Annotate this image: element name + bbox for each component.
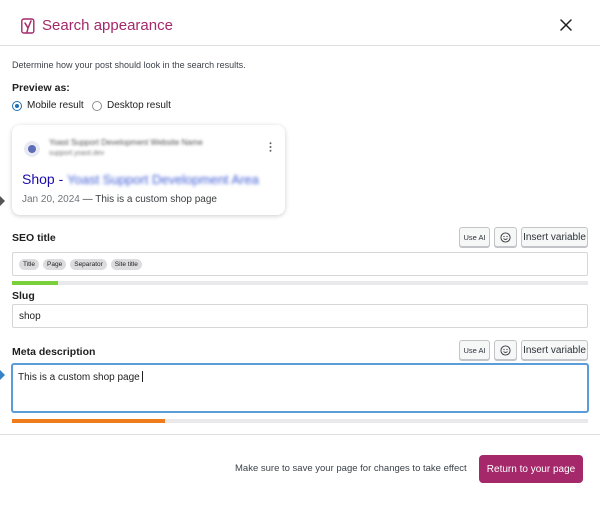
- meta-description-progress-bar: [12, 419, 588, 423]
- serp-snippet-text: This is a custom shop page: [95, 194, 217, 205]
- serp-date: Jan 20, 2024: [22, 194, 80, 205]
- variable-tag-title[interactable]: Title: [19, 258, 40, 270]
- text-caret: [141, 371, 143, 382]
- slug-label: Slug: [12, 290, 35, 302]
- meta-use-ai-button[interactable]: Use AI: [459, 340, 490, 360]
- return-to-page-button[interactable]: Return to your page: [479, 455, 583, 483]
- desktop-result-radio[interactable]: Desktop result: [92, 100, 171, 111]
- meta-description-textarea[interactable]: This is a custom shop page: [12, 364, 588, 412]
- seo-title-progress-bar: [12, 281, 588, 285]
- meta-focus-marker: [0, 370, 5, 380]
- meta-emoji-button[interactable]: [494, 340, 517, 360]
- serp-title: Shop - Yoast Support Development Area: [22, 171, 259, 187]
- close-icon[interactable]: [558, 17, 574, 33]
- variable-tag-separator[interactable]: Separator: [70, 258, 107, 270]
- seo-title-use-ai-button[interactable]: Use AI: [459, 227, 490, 247]
- yoast-logo-icon: [21, 18, 35, 34]
- smiley-icon: [500, 344, 511, 356]
- serp-pointer-marker: [0, 196, 5, 206]
- serp-separator: —: [82, 194, 93, 205]
- radio-button-unchecked[interactable]: [92, 100, 102, 111]
- desktop-result-label: Desktop result: [107, 100, 171, 111]
- save-reminder-text: Make sure to save your page for changes …: [235, 463, 467, 474]
- mobile-result-label: Mobile result: [27, 100, 84, 111]
- meta-description-label: Meta description: [12, 346, 96, 358]
- meta-insert-variable-button[interactable]: Insert variable: [521, 340, 588, 360]
- modal-description: Determine how your post should look in t…: [12, 60, 246, 70]
- seo-title-input[interactable]: Title Page Separator Site title: [12, 252, 588, 276]
- search-appearance-modal: Search appearance Determine how your pos…: [0, 0, 600, 509]
- preview-as-label: Preview as:: [12, 82, 70, 94]
- seo-title-emoji-button[interactable]: [494, 227, 517, 247]
- serp-preview-card: Yoast Support Development Website Name s…: [12, 125, 285, 215]
- globe-icon: [24, 141, 40, 157]
- more-options-icon: [269, 142, 272, 152]
- serp-title-prefix: Shop -: [22, 171, 68, 187]
- radio-button-checked[interactable]: [12, 100, 22, 111]
- serp-title-blurred: Yoast Support Development Area: [67, 172, 259, 187]
- variable-tag-site-title[interactable]: Site title: [110, 258, 142, 270]
- modal-title: Search appearance: [42, 17, 173, 34]
- mobile-result-radio[interactable]: Mobile result: [12, 100, 84, 111]
- slug-input[interactable]: shop: [12, 304, 588, 328]
- serp-site-url: support.yoast.dev: [49, 150, 105, 157]
- variable-tag-page[interactable]: Page: [43, 258, 67, 270]
- modal-header: Search appearance: [0, 0, 600, 46]
- smiley-icon: [500, 231, 511, 243]
- meta-description-text: This is a custom shop page: [18, 372, 140, 383]
- serp-site-name: Yoast Support Development Website Name: [49, 138, 203, 147]
- serp-snippet: Jan 20, 2024 — This is a custom shop pag…: [22, 194, 217, 205]
- seo-title-progress-fill: [12, 281, 59, 285]
- modal-footer: Make sure to save your page for changes …: [0, 434, 600, 509]
- seo-title-insert-variable-button[interactable]: Insert variable: [521, 227, 588, 247]
- meta-description-progress-fill: [12, 419, 165, 423]
- seo-title-label: SEO title: [12, 232, 56, 244]
